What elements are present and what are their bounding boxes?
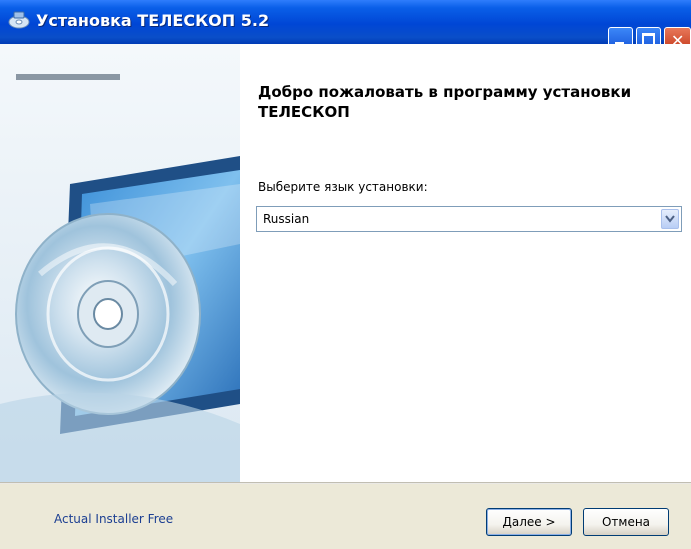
language-dropdown-button[interactable] xyxy=(661,209,679,229)
welcome-heading: Добро пожаловать в программу установки Т… xyxy=(258,83,632,121)
footer-bar: Actual Installer Free Далее > Отмена xyxy=(0,484,691,549)
installer-window: Установка ТЕЛЕСКОП 5.2 ✕ Добро пожаловат… xyxy=(0,0,691,549)
window-title: Установка ТЕЛЕСКОП 5.2 xyxy=(36,11,270,30)
installer-icon xyxy=(8,11,30,29)
next-button[interactable]: Далее > xyxy=(486,508,572,536)
content-panel: Добро пожаловать в программу установки Т… xyxy=(240,44,691,482)
cd-disc-graphic xyxy=(15,213,201,415)
banner-image xyxy=(0,44,240,482)
language-label: Выберите язык установки: xyxy=(258,180,428,194)
installer-brand: Actual Installer Free xyxy=(54,512,174,526)
cd-monitor-illustration xyxy=(0,44,240,482)
language-select-value: Russian xyxy=(263,212,310,226)
title-bar[interactable]: Установка ТЕЛЕСКОП 5.2 ✕ xyxy=(0,0,691,52)
language-select[interactable]: Russian xyxy=(256,206,682,232)
chevron-down-icon xyxy=(665,215,675,223)
progress-strip xyxy=(16,74,120,80)
cancel-button[interactable]: Отмена xyxy=(583,508,669,536)
